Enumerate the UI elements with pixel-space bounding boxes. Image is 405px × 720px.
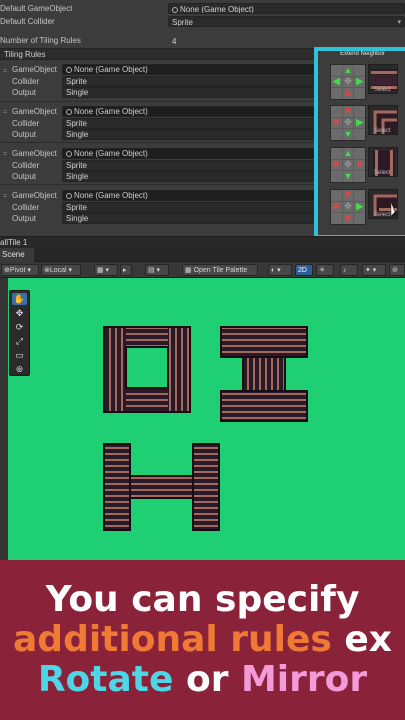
grid-toggle-button[interactable]: ▤ ▾ [145, 264, 169, 276]
caption-mirror: Mirror [240, 659, 368, 700]
rule-gameobject-label: GameObject [12, 65, 57, 74]
tiling-rule-2: = GameObject None (Game Object) Collider… [0, 103, 318, 143]
rule-gameobject-field[interactable]: None (Game Object) [62, 190, 317, 201]
drag-handle-icon[interactable]: = [3, 68, 9, 75]
tiling-rules-header[interactable]: Tiling Rules [0, 48, 318, 60]
caption-ex: ex [331, 619, 392, 660]
2d-mode-toggle[interactable]: 2D [295, 264, 313, 276]
caption-line-2: additional rules ex [0, 618, 405, 662]
rule-output-dropdown[interactable]: Single [62, 129, 317, 140]
tile-inspector: Default GameObject None (Game Object) De… [0, 0, 405, 248]
open-tile-palette-button[interactable]: ▦ Open Tile Palette [182, 264, 258, 276]
caption-additional-rules: additional rules [13, 619, 332, 660]
visibility-toggle[interactable]: ⊘ [389, 264, 405, 276]
default-gameobject-label: Default GameObject [0, 4, 73, 13]
rule-output-dropdown[interactable]: Single [62, 87, 317, 98]
rule-gameobject-label: GameObject [12, 107, 57, 116]
move-tool-icon[interactable]: ✥ [12, 307, 27, 319]
scene-left-edge [0, 278, 8, 560]
default-collider-label: Default Collider [0, 17, 55, 26]
rule-collider-dropdown[interactable]: Sprite [62, 160, 317, 171]
rule-output-label: Output [12, 214, 37, 223]
lighting-toggle[interactable]: ☀ [316, 264, 334, 276]
caption-rotate: Rotate [37, 659, 174, 700]
scale-tool-icon[interactable]: ⤢ [12, 335, 27, 347]
rule-gameobject-label: GameObject [12, 191, 57, 200]
effects-dropdown[interactable]: ✦ ▾ [362, 264, 386, 276]
rule-output-label: Output [12, 88, 37, 97]
pivot-dropdown[interactable]: ⊕Pivot ▾ [1, 264, 39, 276]
rule-collider-dropdown[interactable]: Sprite [62, 202, 317, 213]
chevron-down-icon: ▾ [397, 19, 401, 26]
rule-collider-label: Collider [12, 119, 40, 128]
grid-snap-button[interactable]: ▦ ▾ [94, 264, 118, 276]
rule-collider-label: Collider [12, 77, 40, 86]
rule-collider-dropdown[interactable]: Sprite [62, 76, 317, 87]
object-icon [172, 7, 178, 13]
neighbor-highlight-box [314, 47, 405, 239]
drag-handle-icon[interactable]: = [3, 193, 9, 200]
default-collider-dropdown[interactable]: Sprite ▾ [168, 16, 405, 27]
rotate-tool-icon[interactable]: ⟳ [12, 321, 27, 333]
tile-shape-h [103, 443, 220, 531]
tile-shape-i [220, 326, 308, 422]
local-dropdown[interactable]: ⊗Local ▾ [41, 264, 81, 276]
tiling-rule-4: = GameObject None (Game Object) Collider… [0, 187, 318, 227]
rule-output-label: Output [12, 130, 37, 139]
rule-collider-dropdown[interactable]: Sprite [62, 118, 317, 129]
drag-handle-icon[interactable]: = [3, 109, 9, 116]
rule-gameobject-field[interactable]: None (Game Object) [62, 148, 317, 159]
rule-output-dropdown[interactable]: Single [62, 171, 317, 182]
rule-gameobject-label: GameObject [12, 149, 57, 158]
scene-toolbar: ⊕Pivot ▾ ⊗Local ▾ ▦ ▾ ▸ ▤ ▾ ▦ Open Tile … [0, 262, 405, 278]
rule-gameobject-field[interactable]: None (Game Object) [62, 64, 317, 75]
caption-line-1: You can specify [45, 579, 360, 620]
rule-output-dropdown[interactable]: Single [62, 213, 317, 224]
tab-scene[interactable]: Scene [0, 248, 34, 262]
shading-mode-button[interactable]: ◐ ▾ [268, 264, 292, 276]
hand-tool-icon[interactable]: ✋ [12, 293, 27, 305]
rule-collider-label: Collider [12, 161, 40, 170]
drag-handle-icon[interactable]: = [3, 151, 9, 158]
tiling-rule-1: = GameObject None (Game Object) Collider… [0, 62, 318, 102]
object-icon [66, 193, 72, 199]
caption-or: or [173, 659, 241, 700]
asset-name-bar: allTile 1 [0, 236, 405, 248]
object-icon [66, 109, 72, 115]
rule-gameobject-field[interactable]: None (Game Object) [62, 106, 317, 117]
num-rules-label: Number of Tiling Rules [0, 36, 81, 45]
object-icon [66, 67, 72, 73]
audio-toggle[interactable]: ♪ [340, 264, 358, 276]
scene-tools-palette: ✋ ✥ ⟳ ⤢ ▭ ⊛ [9, 290, 30, 376]
object-icon [66, 151, 72, 157]
caption-line-3: Rotate or Mirror [0, 658, 405, 702]
scene-viewport[interactable] [0, 278, 405, 560]
caption-banner: You can specify additional rules ex Rota… [0, 560, 405, 720]
num-rules-input[interactable]: 4 [168, 35, 405, 46]
tile-shape-o [103, 326, 191, 413]
rule-output-label: Output [12, 172, 37, 181]
scene-tab-bar: Scene [0, 248, 405, 262]
default-gameobject-field[interactable]: None (Game Object) [168, 3, 405, 14]
rule-collider-label: Collider [12, 203, 40, 212]
snap-settings-button[interactable]: ▸ [120, 264, 132, 276]
tiling-rule-3: = GameObject None (Game Object) Collider… [0, 145, 318, 185]
tilemap-canvas [103, 326, 308, 531]
rect-tool-icon[interactable]: ▭ [12, 349, 27, 361]
transform-tool-icon[interactable]: ⊛ [12, 363, 27, 375]
